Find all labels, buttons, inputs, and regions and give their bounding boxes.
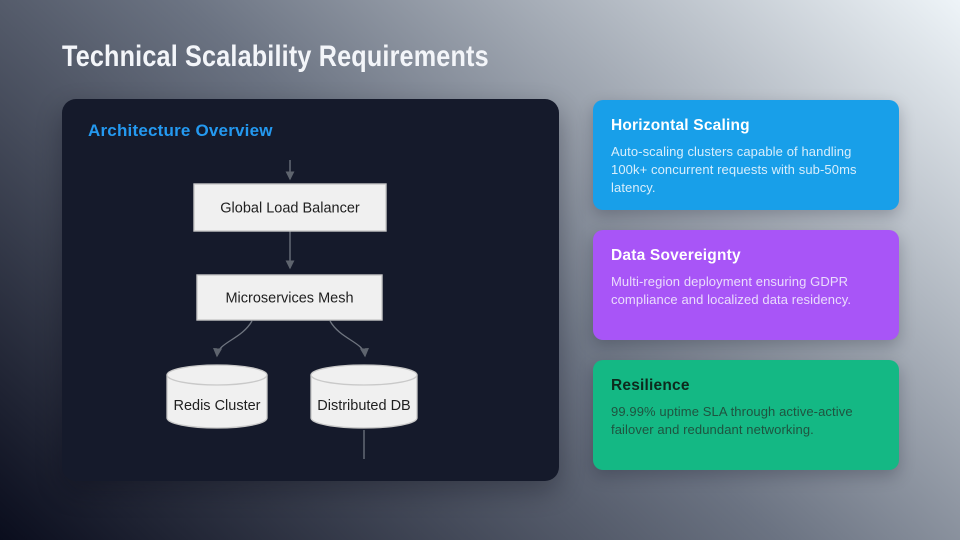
card-title: Data Sovereignty	[611, 247, 741, 264]
database-cylinder-top-icon	[166, 364, 268, 386]
feature-cards: Horizontal Scaling Auto-scaling clusters…	[593, 100, 899, 470]
card-title: Horizontal Scaling	[611, 117, 750, 134]
card-resilience: Resilience 99.99% uptime SLA through act…	[593, 360, 899, 470]
node-label: Redis Cluster	[173, 398, 260, 414]
page-title: Technical Scalability Requirements	[62, 40, 570, 74]
card-data-sovereignty: Data Sovereignty Multi-region deployment…	[593, 230, 899, 340]
card-body: 99.99% uptime SLA through active-active …	[611, 404, 853, 437]
architecture-panel: Architecture Overview Global Load Balanc…	[62, 99, 559, 481]
card-body: Multi-region deployment ensuring GDPR co…	[611, 274, 852, 307]
node-label: Microservices Mesh	[225, 291, 353, 307]
node-label: Distributed DB	[317, 398, 410, 414]
database-cylinder-top-icon	[310, 364, 418, 386]
edge-arrow-mesh-to-redis	[213, 320, 253, 358]
node-label: Global Load Balancer	[220, 201, 360, 217]
page-title-text: Technical Scalability Requirements	[62, 40, 489, 73]
node-microservices-mesh: Microservices Mesh	[196, 274, 383, 321]
node-distributed-db: Distributed DB	[310, 364, 418, 429]
node-redis-cluster: Redis Cluster	[166, 364, 268, 429]
card-body: Auto-scaling clusters capable of handlin…	[611, 144, 857, 195]
edge-arrow-mesh-to-db	[329, 320, 369, 358]
node-global-load-balancer: Global Load Balancer	[193, 183, 387, 232]
architecture-diagram: Global Load Balancer Microservices Mesh …	[166, 160, 418, 459]
card-title: Resilience	[611, 377, 690, 394]
card-horizontal-scaling: Horizontal Scaling Auto-scaling clusters…	[593, 100, 899, 210]
